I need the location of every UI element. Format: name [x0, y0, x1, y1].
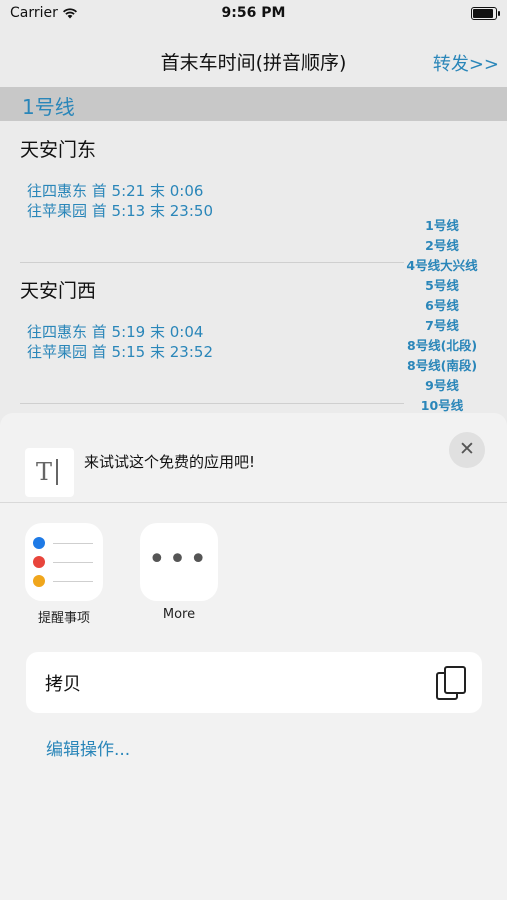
copy-icon: [434, 666, 468, 700]
index-item[interactable]: 7号线: [400, 316, 484, 336]
share-sheet: T 来试试这个免费的应用吧! ✕ 提醒事项 ••• More 拷贝 编辑操作..…: [0, 413, 507, 900]
share-app-more[interactable]: ••• More: [140, 523, 218, 622]
index-item[interactable]: 9号线: [400, 376, 484, 396]
share-message: 来试试这个免费的应用吧!: [84, 453, 256, 471]
station-row[interactable]: 天安门西 往四惠东 首 5:19 末 0:04 往苹果园 首 5:15 末 23…: [0, 262, 400, 403]
section-header: 1号线: [0, 87, 507, 121]
station-time: 往苹果园 首 5:13 末 23:50: [27, 202, 213, 220]
ellipsis-icon: •••: [147, 542, 211, 577]
index-item[interactable]: 5号线: [400, 276, 484, 296]
index-item[interactable]: 4号线大兴线: [400, 256, 484, 276]
text-icon: T: [36, 458, 53, 486]
reminders-icon: [25, 523, 103, 601]
station-name: 天安门西: [20, 280, 97, 302]
index-item[interactable]: 8号线(南段): [400, 356, 484, 376]
section-title: 1号线: [22, 95, 75, 119]
copy-action[interactable]: 拷贝: [26, 652, 482, 713]
share-app-label: More: [162, 607, 196, 622]
close-button[interactable]: ✕: [449, 432, 485, 468]
row-divider: [20, 403, 404, 404]
index-item[interactable]: 1号线: [400, 216, 484, 236]
more-icon: •••: [140, 523, 218, 601]
station-time: 往四惠东 首 5:19 末 0:04: [27, 323, 204, 341]
copy-label: 拷贝: [45, 674, 81, 695]
station-time: 往苹果园 首 5:15 末 23:52: [27, 343, 213, 361]
nav-bar: 首末车时间(拼音顺序) 转发>>: [0, 40, 507, 82]
section-index[interactable]: 1号线 2号线 4号线大兴线 5号线 6号线 7号线 8号线(北段) 8号线(南…: [400, 216, 484, 416]
edit-actions-link[interactable]: 编辑操作...: [46, 735, 130, 760]
share-app-reminders[interactable]: 提醒事项: [25, 523, 103, 626]
status-bar: Carrier 9:56 PM: [0, 0, 507, 28]
index-item[interactable]: 6号线: [400, 296, 484, 316]
share-sheet-header: T 来试试这个免费的应用吧! ✕: [0, 413, 507, 503]
page-title: 首末车时间(拼音顺序): [160, 52, 347, 74]
forward-button[interactable]: 转发>>: [433, 50, 499, 76]
share-preview-thumbnail: T: [25, 448, 74, 497]
close-icon: ✕: [459, 438, 475, 460]
station-row[interactable]: 天安门东 往四惠东 首 5:21 末 0:06 往苹果园 首 5:13 末 23…: [0, 121, 400, 262]
battery-icon: [471, 7, 500, 20]
text-cursor-icon: [56, 459, 58, 485]
station-time: 往四惠东 首 5:21 末 0:06: [27, 182, 204, 200]
clock: 9:56 PM: [221, 5, 286, 21]
index-item[interactable]: 8号线(北段): [400, 336, 484, 356]
station-name: 天安门东: [20, 139, 97, 161]
share-app-label: 提醒事项: [37, 611, 90, 626]
index-item[interactable]: 2号线: [400, 236, 484, 256]
